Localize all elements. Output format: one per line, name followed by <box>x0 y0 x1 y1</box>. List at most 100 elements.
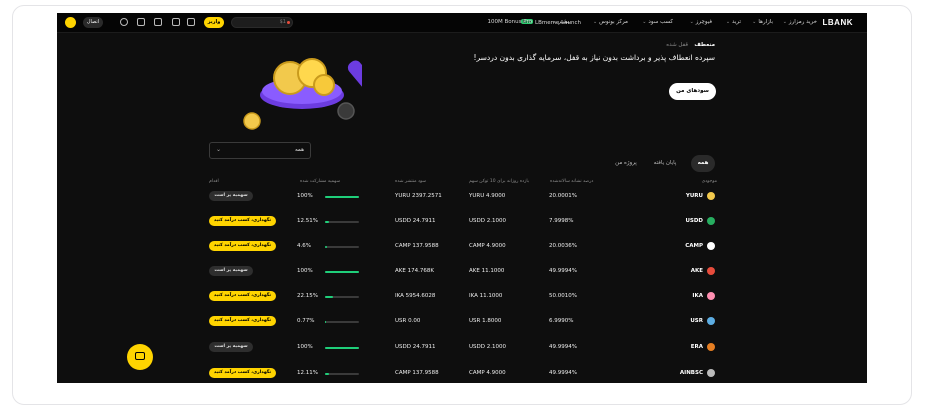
participation-bar-fill <box>325 373 330 375</box>
participation-bar <box>325 221 359 223</box>
participation-percent: 100% <box>297 268 313 274</box>
released-value: USDD 24.7911 <box>395 218 436 224</box>
filter-my-project[interactable]: پروژه من <box>610 155 642 172</box>
hold-earn-button[interactable]: نگهداری، کسب درآمد کنید <box>209 368 276 378</box>
globe-icon[interactable] <box>120 18 128 26</box>
participation-percent: 4.6% <box>297 243 311 249</box>
participation-bar <box>325 196 359 198</box>
released-value: AKE 174.768K <box>395 268 434 274</box>
nav-label: خرید رمزارز <box>788 19 817 25</box>
participation-percent: 0.77% <box>297 318 315 324</box>
header-participation: سهمیه مشارکت شده <box>300 179 341 184</box>
participation-bar-fill <box>325 196 359 198</box>
apr-value: 49.9994% <box>549 370 577 376</box>
nav-label: مرکز بونوس <box>599 19 628 25</box>
quota-full-button[interactable]: سهمیه پر است <box>209 266 253 276</box>
copy-icon[interactable] <box>154 18 162 26</box>
nav-more[interactable]: ⌄ بیشتر <box>552 19 571 25</box>
participation-percent: 12.11% <box>297 370 318 376</box>
apr-value: 20.0001% <box>549 193 577 199</box>
nav-buy-crypto[interactable]: ⌄ خرید رمزارز <box>783 19 817 25</box>
apr-value: 50.0010% <box>549 293 577 299</box>
participation-bar <box>325 347 359 349</box>
daily-yield-value: USDD 2.1000 <box>469 344 506 350</box>
coin-name: AKE <box>690 268 703 274</box>
chevron-down-icon: ⌄ <box>552 19 557 25</box>
released-value: CAMP 137.9588 <box>395 370 439 376</box>
table-row: AKE 49.9994% AKE 11.1000 AKE 174.768K 100% سه… <box>57 263 867 283</box>
document-icon[interactable] <box>172 18 180 26</box>
table-row: ERA 49.9994% USDD 2.1000 USDD 24.7911 100% سه… <box>57 339 867 359</box>
released-value: USDD 24.7911 <box>395 344 436 350</box>
filter-ended[interactable]: پایان یافته <box>645 155 685 172</box>
daily-yield-value: USDD 2.1000 <box>469 218 506 224</box>
filter-all[interactable]: همه <box>691 155 715 172</box>
hold-earn-button[interactable]: نگهداری، کسب درآمد کنید <box>209 241 276 251</box>
coin-name: CAMP <box>685 243 703 249</box>
nav-label: بیشتر <box>558 19 571 25</box>
chevron-down-icon: ⌄ <box>782 19 787 25</box>
hold-earn-button[interactable]: نگهداری، کسب درآمد کنید <box>209 216 276 226</box>
gold-coin-icon <box>243 112 261 130</box>
coin-icon <box>707 343 715 351</box>
participation-bar <box>325 373 359 375</box>
nav-bonus-center[interactable]: ⌄ مرکز بونوس <box>593 19 628 25</box>
chevron-down-icon: ⌄ <box>216 146 222 153</box>
chat-support-button[interactable] <box>127 344 153 370</box>
nav-label: ترید <box>732 19 741 25</box>
file-icon[interactable] <box>137 18 145 26</box>
table-row: YURU 20.0001% YURU 4.9000 YURU 2397.2571 100… <box>57 188 867 208</box>
hold-earn-button[interactable]: نگهداری، کسب درآمد کنید <box>209 316 276 326</box>
participation-bar <box>325 296 359 298</box>
nav-trade[interactable]: ⌄ ترید <box>726 19 741 25</box>
search-input[interactable]: $1 <box>231 17 293 28</box>
dark-coin-icon <box>337 102 355 120</box>
coin-name: USDD <box>685 218 703 224</box>
coin-name: IKA <box>692 293 703 299</box>
daily-yield-value: USR 1.8000 <box>469 318 502 324</box>
chevron-down-icon: ⌄ <box>592 19 598 25</box>
header-daily-yield: بازده روزانه برای 10 توکن سهم <box>469 179 529 184</box>
purple-handle <box>347 60 362 96</box>
quota-full-button[interactable]: سهمیه پر است <box>209 342 253 352</box>
coin-icon <box>707 267 715 275</box>
participation-bar <box>325 246 359 248</box>
participation-bar-fill <box>325 271 359 273</box>
nav-earn[interactable]: ⌄ کسب سود <box>642 19 673 25</box>
lbank-logo[interactable]: LBANK <box>823 18 854 27</box>
header-apr: درصد نشانه سالانه‌شده <box>550 179 594 184</box>
header-coin: موجودی <box>701 179 717 184</box>
quota-full-button[interactable]: سهمیه پر است <box>209 191 253 201</box>
coin-icon <box>707 242 715 250</box>
table-row: IKA 50.0010% IKA 11.1000 IKA 5954.6028 22.15… <box>57 288 867 308</box>
chevron-down-icon: ⌄ <box>642 19 647 25</box>
participation-bar-fill <box>325 296 333 298</box>
participation-percent: 100% <box>297 193 313 199</box>
connect-button[interactable]: اتصال <box>83 17 103 28</box>
coin-name: USR <box>690 318 703 324</box>
tab-flexible[interactable]: منعطف <box>694 42 715 48</box>
coins-illustration <box>243 58 362 130</box>
nav-markets[interactable]: ⌄ بازارها <box>752 19 773 25</box>
hold-earn-button[interactable]: نگهداری، کسب درآمد کنید <box>209 291 276 301</box>
select-value: همه <box>294 147 304 153</box>
apr-value: 49.9994% <box>549 344 577 350</box>
participation-percent: 22.15% <box>297 293 318 299</box>
coin-name: YURU <box>685 193 703 199</box>
my-earnings-button[interactable]: سودهای من <box>669 83 716 100</box>
participation-percent: 12.51% <box>297 218 318 224</box>
notification-dot <box>287 21 290 24</box>
coin-select[interactable]: همه ⌄ <box>209 142 311 159</box>
nav-futures[interactable]: ⌄ فیوچرز <box>690 19 712 25</box>
nav-100m-bonus-pro[interactable]: 100M Bonus Pro <box>488 19 532 25</box>
released-value: USR 0.00 <box>395 318 421 324</box>
tab-locked[interactable]: قفل شده <box>666 42 688 48</box>
table-row: AINBSC 49.9994% CAMP 4.9000 CAMP 137.9588 12… <box>57 365 867 383</box>
video-icon[interactable] <box>187 18 195 26</box>
deposit-button[interactable]: واریز <box>204 17 224 28</box>
profile-icon[interactable] <box>65 17 76 28</box>
coin-icon <box>707 292 715 300</box>
participation-bar <box>325 321 359 323</box>
table-row: USDD 7.9998% USDD 2.1000 USDD 24.7911 12.51%… <box>57 213 867 233</box>
daily-yield-value: AKE 11.1000 <box>469 268 505 274</box>
